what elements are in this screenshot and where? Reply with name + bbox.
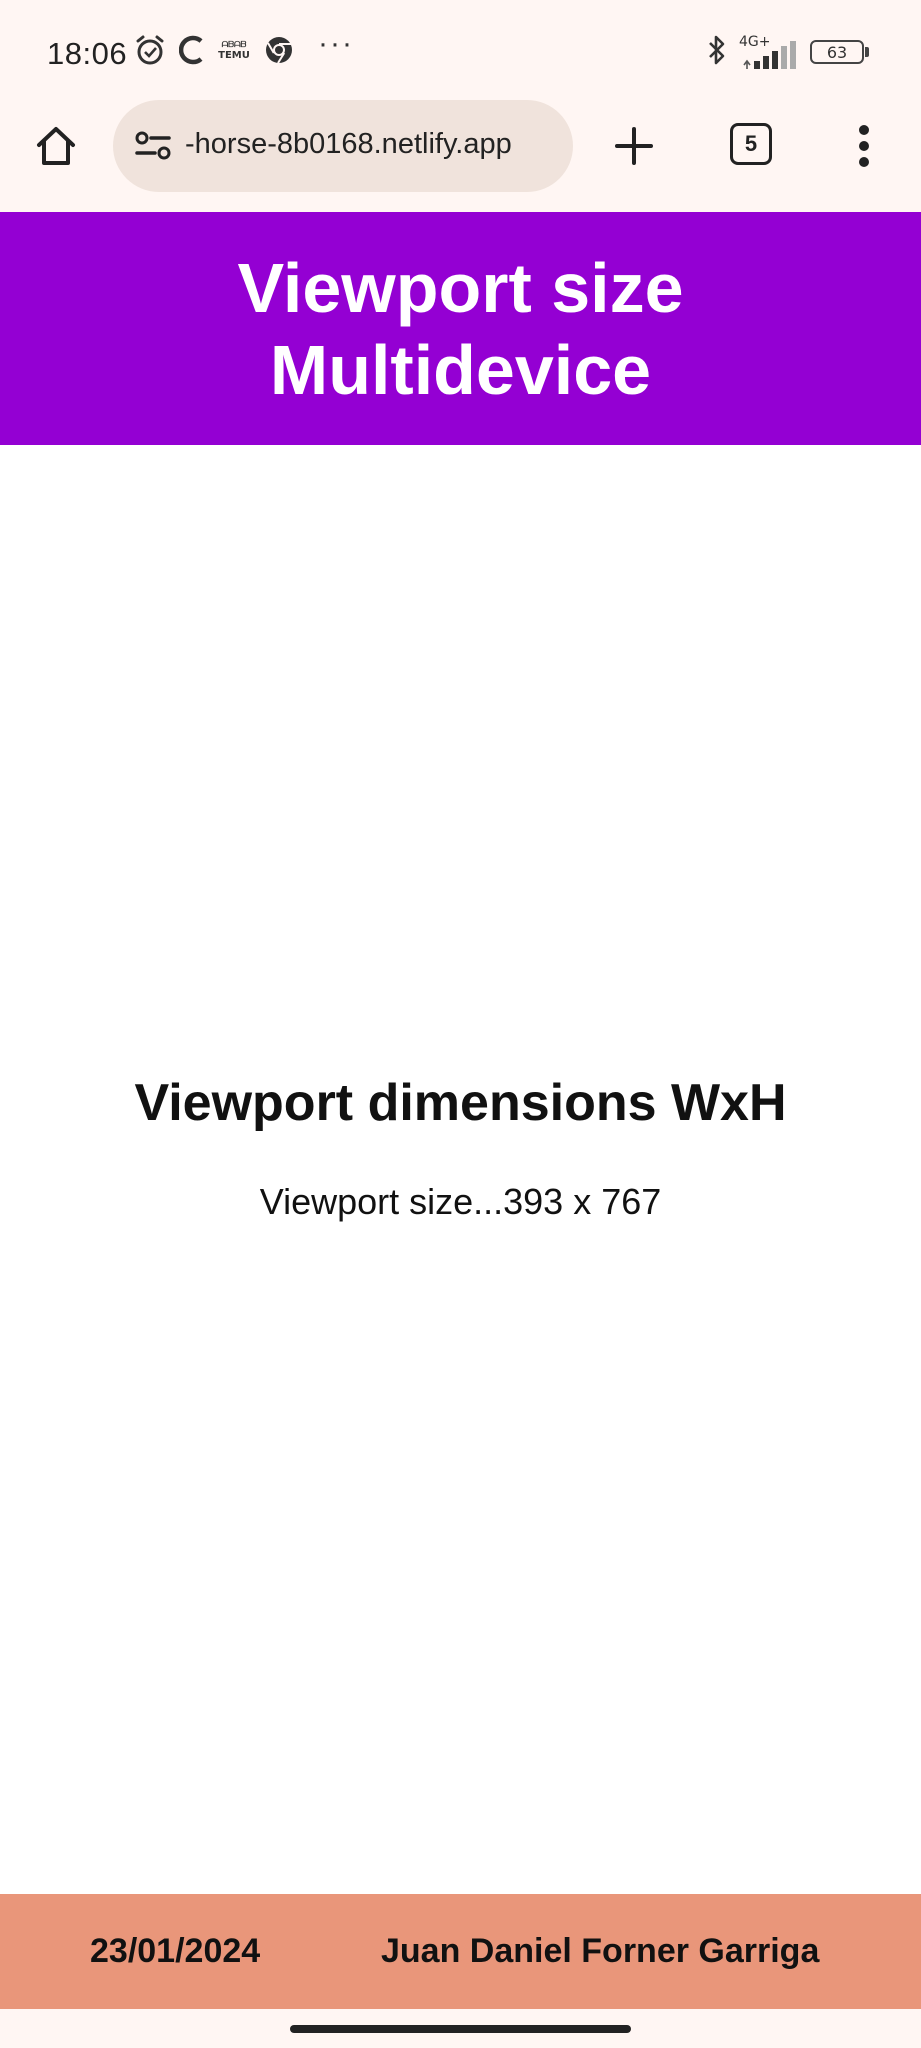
new-tab-button[interactable] [608,120,660,172]
header-title: Viewport size [237,248,684,327]
browser-toolbar: -horse-8b0168.netlify.app 5 [0,100,921,210]
battery-level: 63 [826,42,848,62]
page-title: Viewport dimensions WxH [134,1074,787,1132]
site-header: Viewport size Multidevice [0,212,921,445]
signal-icon [740,34,800,74]
status-time: 18:06 [47,36,128,71]
c-app-icon [178,30,206,70]
footer-author: Juan Daniel Forner Garriga [381,1932,820,1970]
system-nav-bar [0,2009,921,2048]
temu-icon: ᗩᗷᗩᗷ TEMU [216,30,252,70]
bluetooth-icon [704,30,730,70]
url-text[interactable]: -horse-8b0168.netlify.app [185,128,565,161]
battery-nub [865,47,869,57]
more-notifications-icon: ··· [318,27,354,60]
alarm-icon [132,30,168,70]
home-button[interactable] [30,120,82,172]
temu-icon-label: TEMU [218,50,250,61]
site-footer: 23/01/2024 Juan Daniel Forner Garriga [0,1894,921,2009]
tab-count: 5 [744,131,758,156]
home-icon [37,127,75,165]
header-subtitle: Multidevice [269,330,652,409]
site-info-icon[interactable] [133,128,173,164]
browser-menu-button[interactable] [842,120,886,172]
status-bar: 18:06 ᗩᗷᗩᗷ TEMU ··· 4G+ 63 [0,0,921,100]
chrome-icon [262,30,296,70]
main-content: Viewport dimensions WxH Viewport size...… [0,445,921,1894]
viewport-size-text: Viewport size...393 x 767 [259,1181,662,1222]
footer-date: 23/01/2024 [90,1932,261,1970]
more-vert-icon [859,125,869,167]
plus-icon [615,127,653,165]
battery-icon: 63 [810,40,864,64]
tab-switcher-button[interactable]: 5 [730,123,772,165]
temu-icon-top: ᗩᗷᗩᗷ [221,40,247,49]
gesture-handle[interactable] [290,2025,631,2033]
address-bar[interactable]: -horse-8b0168.netlify.app [113,100,573,192]
